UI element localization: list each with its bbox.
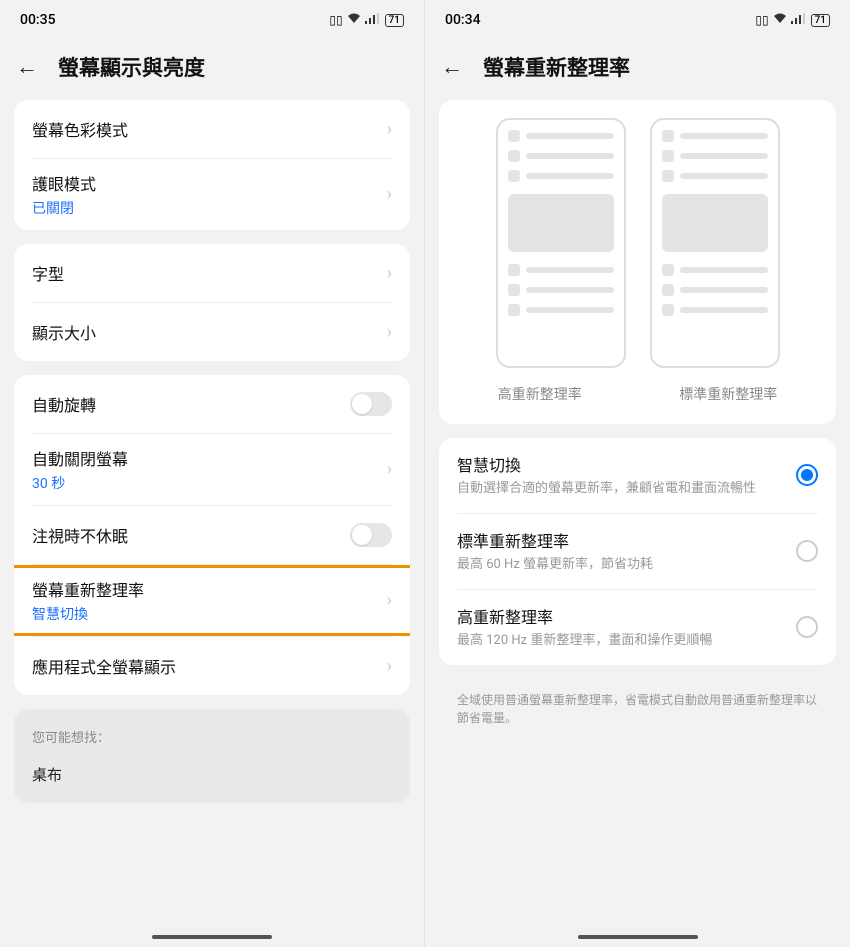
label: 字型 bbox=[32, 261, 64, 285]
row-auto-off[interactable]: 自動關閉螢幕 30 秒 › bbox=[14, 434, 410, 505]
chevron-right-icon: › bbox=[387, 184, 392, 205]
refresh-content: 高重新整理率 標準重新整理率 智慧切換 自動選擇合適的螢幕更新率，兼顧省電和畫面… bbox=[425, 100, 850, 947]
back-icon[interactable]: ← bbox=[441, 54, 463, 80]
illus-label-high: 高重新整理率 bbox=[498, 384, 582, 404]
battery-icon: 71 bbox=[811, 14, 830, 27]
radio-standard[interactable] bbox=[796, 540, 818, 562]
row-refresh-rate[interactable]: 螢幕重新整理率 智慧切換 › bbox=[14, 565, 410, 636]
row-auto-rotate[interactable]: 自動旋轉 bbox=[14, 375, 410, 433]
status: 已關閉 bbox=[32, 198, 387, 218]
radio-smart[interactable] bbox=[796, 464, 818, 486]
description: 最高 60 Hz 螢幕更新率，節省功耗 bbox=[457, 556, 786, 575]
page-title: 螢幕顯示與亮度 bbox=[58, 52, 205, 82]
suggest-heading: 您可能想找： bbox=[32, 727, 392, 746]
label: 螢幕色彩模式 bbox=[32, 117, 128, 141]
status-icons: ▯▯ 71 bbox=[755, 13, 830, 27]
back-icon[interactable]: ← bbox=[16, 54, 38, 80]
description: 最高 120 Hz 重新整理率，畫面和操作更順暢 bbox=[457, 632, 786, 651]
footnote: 全域使用普通螢幕重新整理率，省電模式自動啟用普通重新整理率以節省電量。 bbox=[439, 679, 836, 727]
clock: 00:34 bbox=[445, 12, 481, 28]
screen-display-settings: 00:35 ▯▯ 71 ← 螢幕顯示與亮度 螢幕色彩模式 › 護眼模式 bbox=[0, 0, 425, 947]
signal-icon bbox=[791, 13, 805, 27]
label: 螢幕重新整理率 bbox=[32, 577, 387, 601]
nav-handle[interactable] bbox=[578, 935, 698, 939]
row-fullscreen-apps[interactable]: 應用程式全螢幕顯示 › bbox=[14, 637, 410, 695]
signal-icon bbox=[365, 13, 379, 27]
group-behavior: 自動旋轉 自動關閉螢幕 30 秒 › 注視時不休眠 螢幕重新整理率 智慧 bbox=[14, 375, 410, 695]
label: 注視時不休眠 bbox=[32, 523, 128, 547]
toggle-stay-awake[interactable] bbox=[350, 523, 392, 547]
label: 標準重新整理率 bbox=[457, 528, 786, 552]
option-high[interactable]: 高重新整理率 最高 120 Hz 重新整理率，畫面和操作更順暢 bbox=[439, 590, 836, 665]
page-header: ← 螢幕重新整理率 bbox=[425, 40, 850, 100]
illus-high-phone bbox=[496, 118, 626, 368]
wifi-icon bbox=[347, 13, 361, 27]
page-title: 螢幕重新整理率 bbox=[483, 52, 630, 82]
label: 護眼模式 bbox=[32, 171, 387, 195]
clock: 00:35 bbox=[20, 12, 56, 28]
chevron-right-icon: › bbox=[387, 322, 392, 343]
value: 30 秒 bbox=[32, 473, 387, 493]
nav-handle[interactable] bbox=[152, 935, 272, 939]
radio-high[interactable] bbox=[796, 616, 818, 638]
chevron-right-icon: › bbox=[387, 459, 392, 480]
value: 智慧切換 bbox=[32, 604, 387, 624]
screen-refresh-rate: 00:34 ▯▯ 71 ← 螢幕重新整理率 bbox=[425, 0, 850, 947]
label: 應用程式全螢幕顯示 bbox=[32, 654, 176, 678]
wifi-icon bbox=[773, 13, 787, 27]
illus-label-standard: 標準重新整理率 bbox=[679, 384, 777, 404]
label: 高重新整理率 bbox=[457, 604, 786, 628]
suggestions: 您可能想找： 桌布 bbox=[14, 709, 410, 803]
description: 自動選擇合適的螢幕更新率，兼顧省電和畫面流暢性 bbox=[457, 480, 786, 499]
vibrate-icon: ▯▯ bbox=[329, 13, 342, 27]
illustration-card: 高重新整理率 標準重新整理率 bbox=[439, 100, 836, 424]
illus-standard-phone bbox=[650, 118, 780, 368]
status-bar: 00:35 ▯▯ 71 bbox=[0, 0, 424, 40]
settings-content: 螢幕色彩模式 › 護眼模式 已關閉 › 字型 › 顯示大小 › bbox=[0, 100, 424, 947]
group-color: 螢幕色彩模式 › 護眼模式 已關閉 › bbox=[14, 100, 410, 230]
chevron-right-icon: › bbox=[387, 656, 392, 677]
option-smart[interactable]: 智慧切換 自動選擇合適的螢幕更新率，兼顧省電和畫面流暢性 bbox=[439, 438, 836, 513]
status-bar: 00:34 ▯▯ 71 bbox=[425, 0, 850, 40]
label: 顯示大小 bbox=[32, 320, 96, 344]
row-display-size[interactable]: 顯示大小 › bbox=[14, 303, 410, 361]
option-standard[interactable]: 標準重新整理率 最高 60 Hz 螢幕更新率，節省功耗 bbox=[439, 514, 836, 589]
chevron-right-icon: › bbox=[387, 119, 392, 140]
row-stay-awake[interactable]: 注視時不休眠 bbox=[14, 506, 410, 564]
toggle-auto-rotate[interactable] bbox=[350, 392, 392, 416]
label: 自動旋轉 bbox=[32, 392, 96, 416]
vibrate-icon: ▯▯ bbox=[755, 13, 768, 27]
group-font: 字型 › 顯示大小 › bbox=[14, 244, 410, 361]
options-card: 智慧切換 自動選擇合適的螢幕更新率，兼顧省電和畫面流暢性 標準重新整理率 最高 … bbox=[439, 438, 836, 665]
chevron-right-icon: › bbox=[387, 263, 392, 284]
status-icons: ▯▯ 71 bbox=[329, 13, 404, 27]
row-font[interactable]: 字型 › bbox=[14, 244, 410, 302]
page-header: ← 螢幕顯示與亮度 bbox=[0, 40, 424, 100]
row-color-mode[interactable]: 螢幕色彩模式 › bbox=[14, 100, 410, 158]
label: 智慧切換 bbox=[457, 452, 786, 476]
suggest-wallpaper[interactable]: 桌布 bbox=[32, 764, 392, 785]
chevron-right-icon: › bbox=[387, 590, 392, 611]
battery-icon: 71 bbox=[385, 14, 404, 27]
row-eye-comfort[interactable]: 護眼模式 已關閉 › bbox=[14, 159, 410, 230]
label: 自動關閉螢幕 bbox=[32, 446, 387, 470]
